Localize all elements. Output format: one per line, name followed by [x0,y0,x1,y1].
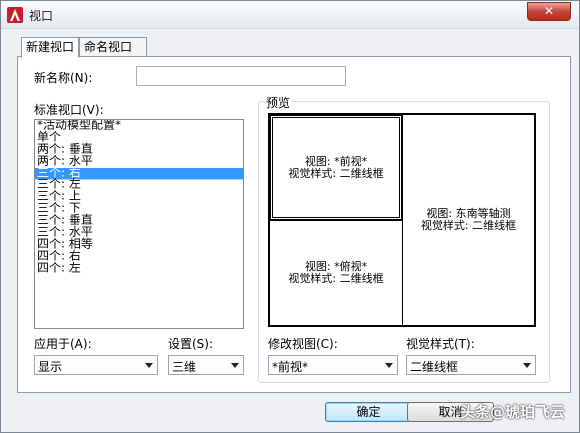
apply-to-label: 应用于(A): [34,337,92,351]
ok-button[interactable]: 确定 [325,402,412,422]
viewport-view-text: 视图: *前视* [304,154,368,168]
setup-label: 设置(S): [168,337,214,351]
visual-style-value: 二维线框 [410,360,459,374]
list-item[interactable]: 四个: 左 [35,262,243,274]
window-title: 视口 [29,9,54,23]
preview-label: 预览 [264,94,293,111]
watermark: 头条@琥珀飞云 [459,403,565,421]
tab-named-viewports[interactable]: 命名视口 [79,37,147,57]
title-bar[interactable]: 视口 ✕ [1,1,579,29]
viewport-preview[interactable]: 视图: *前视* 视觉样式: 二维线框 视图: *俯视* 视觉样式: 二维线框 … [268,113,536,327]
chevron-down-icon [231,363,239,368]
new-name-label: 新名称(N): [34,71,93,85]
new-name-input[interactable] [136,66,346,86]
viewport-right[interactable]: 视图: 东南等轴测 视觉样式: 二维线框 [402,114,535,326]
apply-to-dropdown[interactable]: 显示 [34,355,158,375]
viewport-style-text: 视觉样式: 二维线框 [420,219,517,232]
tab-new-viewports[interactable]: 新建视口 [21,37,79,58]
standard-viewports-label: 标准视口(V): [34,103,104,117]
change-view-label: 修改视图(C): [268,337,338,351]
chevron-down-icon [145,363,153,368]
apply-to-value: 显示 [38,360,63,374]
viewport-top-left[interactable]: 视图: *前视* 视觉样式: 二维线框 [269,114,403,221]
viewport-style-text: 视觉样式: 二维线框 [288,272,384,285]
visual-style-dropdown[interactable]: 二维线框 [406,355,536,375]
viewport-bottom-left[interactable]: 视图: *俯视* 视觉样式: 二维线框 [269,220,403,326]
visual-style-label: 视觉样式(T): [406,337,475,351]
setup-value: 三维 [172,360,197,374]
tab-panel: 新名称(N): 标准视口(V): *活动模型配置* 单个 两个: 垂直 两个: … [17,56,571,393]
chevron-down-icon [385,363,393,368]
viewport-dialog: 视口 ✕ 新建视口 命名视口 新名称(N): 标准视口(V): *活动模型配置*… [0,0,580,433]
standard-viewports-list[interactable]: *活动模型配置* 单个 两个: 垂直 两个: 水平 三个: 右 三个: 左 三个… [34,119,244,329]
dialog-body: 新建视口 命名视口 新名称(N): 标准视口(V): *活动模型配置* 单个 两… [9,35,571,393]
autocad-logo-icon [7,7,23,23]
viewport-style-text: 视觉样式: 二维线框 [288,166,384,180]
list-item[interactable]: *活动模型配置* [35,120,243,131]
setup-dropdown[interactable]: 三维 [168,355,244,375]
change-view-dropdown[interactable]: *前视* [268,355,398,375]
chevron-down-icon [523,363,531,368]
change-view-value: *前视* [272,360,309,374]
close-button[interactable]: ✕ [527,2,571,21]
